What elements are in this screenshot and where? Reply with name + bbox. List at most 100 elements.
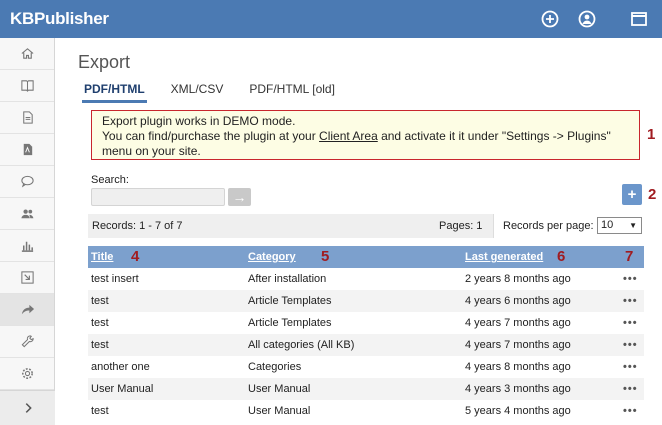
search-label: Search: [91, 174, 129, 186]
callout-6: 6 [557, 248, 566, 265]
table-row[interactable]: User Manual User Manual 4 years 3 months a… [88, 378, 644, 400]
sidebar-item-users[interactable] [0, 198, 54, 230]
table-row[interactable]: test All categories (All KB) 4 years 7 mon… [88, 334, 644, 356]
row-category: User Manual [248, 383, 311, 395]
sidebar-item-tools[interactable] [0, 326, 54, 358]
row-title[interactable]: test [91, 312, 109, 334]
tab-pdf-html[interactable]: PDF/HTML [82, 82, 147, 103]
demo-mode-alert: Export plugin works in DEMO mode. You ca… [91, 110, 640, 160]
home-icon [21, 48, 33, 59]
sidebar-item-files[interactable] [0, 102, 54, 134]
table-row[interactable]: test Article Templates 4 years 7 months ag… [88, 312, 644, 334]
column-last-generated-header[interactable]: Last generated [465, 246, 543, 268]
tab-bar: PDF/HTML XML/CSV PDF/HTML [old] [82, 82, 359, 103]
alert-text: You can find/purchase the plugin at your [102, 129, 320, 143]
row-actions-menu[interactable]: ••• [623, 312, 638, 334]
row-title[interactable]: test [91, 290, 109, 312]
alert-line-3: menu on your site. [102, 144, 201, 158]
brand-logo[interactable]: KBPublisher [10, 9, 109, 29]
search-submit-button[interactable]: → [228, 188, 251, 206]
chat-icon [20, 175, 34, 188]
row-last-generated: 4 years 8 months ago [465, 361, 571, 373]
sidebar-item-export[interactable] [0, 294, 54, 326]
row-last-generated: 4 years 6 months ago [465, 295, 571, 307]
page-title: Export [78, 52, 131, 72]
main-content: Export PDF/HTML XML/CSV PDF/HTML [old] E… [56, 38, 662, 425]
row-last-generated: 2 years 8 months ago [465, 273, 571, 285]
records-count: Records: 1 - 7 of 7 [92, 220, 183, 232]
alert-text: and activate it it under "Settings -> Pl… [377, 129, 611, 143]
sidebar-item-settings[interactable] [0, 358, 54, 390]
row-title[interactable]: test insert [91, 268, 139, 290]
window-icon[interactable] [629, 9, 649, 29]
row-category: User Manual [248, 405, 311, 417]
gear-icon [21, 368, 33, 379]
sidebar-item-kb[interactable] [0, 70, 54, 102]
tab-xml-csv[interactable]: XML/CSV [169, 82, 226, 103]
table-row[interactable]: test Article Templates 4 years 6 months ag… [88, 290, 644, 312]
callout-7: 7 [625, 248, 634, 265]
client-area-link[interactable]: Client Area [319, 129, 378, 143]
tab-pdf-html-old[interactable]: PDF/HTML [old] [247, 82, 337, 103]
row-category: Article Templates [248, 317, 332, 329]
column-title-header[interactable]: Title [91, 246, 113, 268]
sidebar-expand-button[interactable] [0, 390, 55, 425]
records-per-page: Records per page: 10 ▼ [493, 214, 644, 238]
bar-chart-icon [21, 241, 33, 252]
pages-count: Pages: 1 [439, 220, 483, 232]
row-last-generated: 4 years 7 months ago [465, 339, 571, 351]
callout-4: 4 [131, 248, 140, 265]
column-category-header[interactable]: Category [248, 246, 296, 268]
records-per-page-label: Records per page: [503, 220, 594, 232]
document-icon [22, 111, 33, 124]
chevron-right-icon [25, 403, 32, 413]
sidebar-item-reports[interactable] [0, 230, 54, 262]
user-circle-icon[interactable] [577, 9, 597, 29]
row-title[interactable]: User Manual [91, 378, 153, 400]
sidebar-item-pdf[interactable] [0, 134, 54, 166]
row-actions-menu[interactable]: ••• [623, 334, 638, 356]
import-icon [20, 271, 34, 284]
row-actions-menu[interactable]: ••• [623, 400, 638, 422]
callout-2: 2 [648, 186, 657, 203]
sidebar-item-home[interactable] [0, 38, 54, 70]
plus-circle-icon[interactable] [540, 9, 560, 29]
row-title[interactable]: test [91, 334, 109, 356]
row-actions-menu[interactable]: ••• [623, 290, 638, 312]
row-category: Categories [248, 361, 302, 373]
records-per-page-value: 10 [601, 219, 614, 231]
sidebar-item-feedback[interactable] [0, 166, 54, 198]
table-body: test insert After installation 2 years 8 m… [88, 268, 644, 422]
top-bar: KBPublisher [0, 0, 662, 38]
sidebar-item-import[interactable] [0, 262, 54, 294]
callout-5: 5 [321, 248, 330, 265]
row-last-generated: 5 years 4 months ago [465, 405, 571, 417]
table-row[interactable]: test User Manual 5 years 4 months ago ••• [88, 400, 644, 422]
search-input[interactable] [91, 188, 225, 206]
callout-1: 1 [647, 126, 656, 143]
table-row[interactable]: test insert After installation 2 years 8 m… [88, 268, 644, 290]
share-arrow-icon [21, 304, 34, 315]
row-title[interactable]: another one [91, 356, 150, 378]
row-category: Article Templates [248, 295, 332, 307]
users-icon [20, 209, 33, 219]
pdf-file-icon [23, 143, 32, 156]
row-last-generated: 4 years 3 months ago [465, 383, 571, 395]
row-actions-menu[interactable]: ••• [623, 268, 638, 290]
row-last-generated: 4 years 7 months ago [465, 317, 571, 329]
records-bar: Records: 1 - 7 of 7 Pages: 1 Records per… [88, 214, 644, 238]
row-category: All categories (All KB) [248, 339, 355, 351]
exports-table: Title Category Last generated test inser… [88, 246, 644, 422]
row-title[interactable]: test [91, 400, 109, 422]
alert-line-2: You can find/purchase the plugin at your… [102, 129, 629, 144]
records-per-page-select[interactable]: 10 ▼ [597, 217, 642, 234]
row-category: After installation [248, 273, 327, 285]
table-row[interactable]: another one Categories 4 years 8 months ag… [88, 356, 644, 378]
book-icon [20, 80, 34, 92]
row-actions-menu[interactable]: ••• [623, 356, 638, 378]
row-actions-menu[interactable]: ••• [623, 378, 638, 400]
alert-line-1: Export plugin works in DEMO mode. [102, 114, 296, 128]
wrench-icon [21, 335, 34, 348]
add-export-button[interactable]: + [622, 184, 642, 205]
dropdown-arrow-icon: ▼ [629, 221, 637, 230]
